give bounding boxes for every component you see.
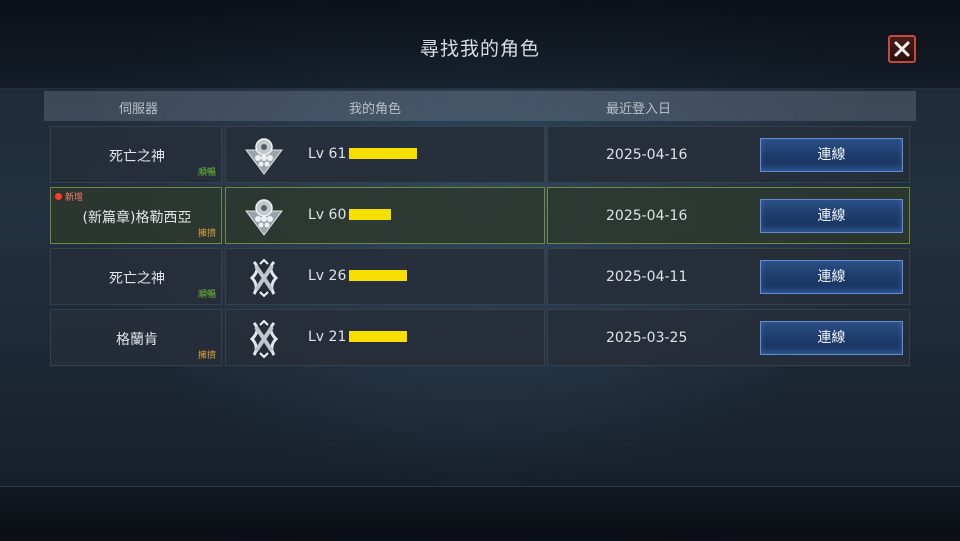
crest-icon <box>249 319 279 359</box>
redacted-character-name <box>349 270 408 281</box>
last-login-date: 2025-04-16 <box>606 147 688 163</box>
close-icon <box>894 41 910 57</box>
server-name: 格蘭肯 <box>116 332 158 348</box>
close-button[interactable] <box>888 35 916 63</box>
last-login-date: 2025-03-25 <box>606 330 688 346</box>
server-name: 死亡之神 <box>109 149 165 165</box>
last-login-cell: 2025-03-25 連線 <box>547 309 910 366</box>
server-cell: 死亡之神 順暢 <box>50 248 222 305</box>
server-name: 死亡之神 <box>109 271 165 287</box>
connect-button[interactable]: 連線 <box>760 138 903 172</box>
character-row[interactable]: 新增 (新篇章)格勒西亞 擁擠 Lv 60 2025-04-16 連線 <box>50 187 910 244</box>
character-row[interactable]: 格蘭肯 擁擠 Lv 21 2025-03-25 連線 <box>50 309 910 366</box>
character-cell: Lv 61 <box>225 126 545 183</box>
column-header-last-login: 最近登入日 <box>606 102 672 117</box>
column-header-character: 我的角色 <box>349 102 402 117</box>
server-status: 擁擠 <box>197 351 216 361</box>
redacted-character-name <box>349 331 408 342</box>
last-login-date: 2025-04-16 <box>606 208 688 224</box>
page-title: 尋找我的角色 <box>419 38 540 60</box>
emblem-icon <box>245 138 283 175</box>
dialog-header: 尋找我的角色 <box>0 0 960 89</box>
character-list: 死亡之神 順暢 Lv 61 2025-04-16 連線 新增 (新篇章)格勒西亞… <box>50 126 910 370</box>
character-cell: Lv 26 <box>225 248 545 305</box>
character-row[interactable]: 死亡之神 順暢 Lv 61 2025-04-16 連線 <box>50 126 910 183</box>
last-login-cell: 2025-04-16 連線 <box>547 126 910 183</box>
new-badge: 新增 <box>55 190 83 203</box>
server-cell: 新增 (新篇章)格勒西亞 擁擠 <box>50 187 222 244</box>
server-cell: 格蘭肯 擁擠 <box>50 309 222 366</box>
footer-bar <box>0 486 960 541</box>
connect-button[interactable]: 連線 <box>760 260 903 294</box>
new-dot-icon <box>55 193 62 200</box>
redacted-character-name <box>349 209 392 220</box>
crest-icon <box>249 258 279 298</box>
character-level: Lv 26 <box>308 268 347 284</box>
emblem-icon <box>245 199 283 236</box>
character-level: Lv 61 <box>308 146 347 162</box>
table-header: 伺服器 我的角色 最近登入日 <box>44 91 916 121</box>
redacted-character-name <box>349 148 418 159</box>
connect-button[interactable]: 連線 <box>760 199 903 233</box>
server-status: 擁擠 <box>197 229 216 239</box>
character-cell: Lv 21 <box>225 309 545 366</box>
character-cell: Lv 60 <box>225 187 545 244</box>
character-row[interactable]: 死亡之神 順暢 Lv 26 2025-04-11 連線 <box>50 248 910 305</box>
new-badge-label: 新增 <box>65 193 84 203</box>
column-header-server: 伺服器 <box>119 102 159 117</box>
server-name: (新篇章)格勒西亞 <box>82 210 192 226</box>
server-status: 順暢 <box>197 168 216 178</box>
last-login-cell: 2025-04-16 連線 <box>547 187 910 244</box>
server-status: 順暢 <box>197 290 216 300</box>
character-level: Lv 60 <box>308 207 347 223</box>
character-level: Lv 21 <box>308 329 347 345</box>
server-cell: 死亡之神 順暢 <box>50 126 222 183</box>
last-login-cell: 2025-04-11 連線 <box>547 248 910 305</box>
connect-button[interactable]: 連線 <box>760 321 903 355</box>
last-login-date: 2025-04-11 <box>606 269 688 285</box>
